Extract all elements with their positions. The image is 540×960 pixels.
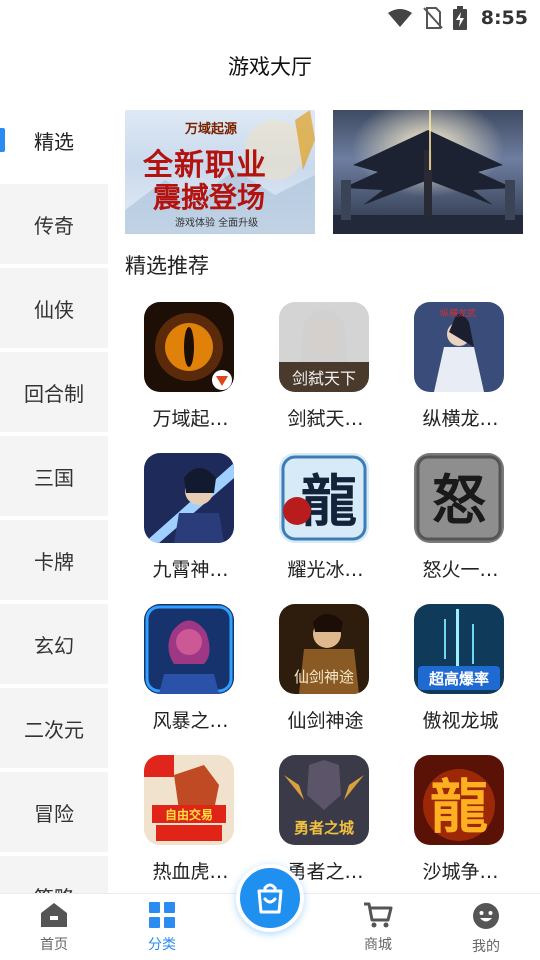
- game-name: 仙剑神途: [287, 710, 364, 732]
- game-tile[interactable]: 万域起…: [123, 302, 258, 452]
- category-sidebar: 精选 传奇 仙侠 回合制 三国 卡牌 玄幻 二次元 冒险 策略: [0, 100, 108, 893]
- game-icon-text: 龍: [430, 773, 488, 841]
- sidebar-item-label: 玄幻: [34, 633, 74, 658]
- game-tile[interactable]: 风暴之…: [123, 604, 258, 754]
- sidebar-item-xianxia[interactable]: 仙侠: [0, 268, 108, 348]
- sidebar-item-legend[interactable]: 传奇: [0, 184, 108, 264]
- home-icon: [41, 903, 67, 927]
- nav-label: 商城: [364, 937, 392, 953]
- game-icon: 仙剑神途: [279, 604, 369, 694]
- game-name: 剑弑天…: [287, 408, 364, 430]
- main-content: 万域起源 全新职业 震撼登场 游戏体验 全面升级 精选推荐 万域起… 剑弑天下 …: [108, 100, 540, 893]
- game-icon-text: 仙剑神途: [294, 668, 354, 686]
- sidebar-item-anime[interactable]: 二次元: [0, 688, 108, 768]
- game-tile[interactable]: 仙剑神途 仙剑神途: [258, 604, 393, 754]
- game-icon: 自由交易: [144, 755, 234, 845]
- game-icon: 龍: [414, 755, 504, 845]
- game-icon-text: 勇者之城: [294, 819, 354, 837]
- sidebar-item-label: 二次元: [24, 717, 84, 742]
- nav-label: 首页: [40, 937, 68, 953]
- sidebar-item-label: 传奇: [34, 213, 74, 238]
- sidebar-item-label: 三国: [34, 465, 74, 490]
- game-icon-text: 纵横龙武: [440, 307, 476, 319]
- sidebar-item-three-kingdoms[interactable]: 三国: [0, 436, 108, 516]
- game-name: 沙城争…: [422, 861, 499, 883]
- game-tile[interactable]: 怒 怒火一…: [393, 453, 528, 603]
- clock: 8:55: [480, 7, 528, 29]
- game-icon: 剑弑天下: [279, 302, 369, 392]
- game-tile[interactable]: 剑弑天下 剑弑天…: [258, 302, 393, 452]
- sidebar-item-fantasy[interactable]: 玄幻: [0, 604, 108, 684]
- sidebar-item-label: 精选: [34, 129, 74, 154]
- cart-icon: [364, 902, 393, 928]
- sidebar-item-label: 冒险: [34, 801, 74, 826]
- section-title: 精选推荐: [125, 254, 209, 278]
- nav-profile[interactable]: 我的: [446, 902, 526, 956]
- grid-icon: [149, 902, 175, 928]
- status-bar: 8:55: [0, 0, 540, 36]
- banner-row: 万域起源 全新职业 震撼登场 游戏体验 全面升级: [125, 110, 523, 234]
- nav-shop[interactable]: 商城: [338, 902, 418, 954]
- game-icon: 龍: [279, 453, 369, 543]
- banner-new-class[interactable]: 万域起源 全新职业 震撼登场 游戏体验 全面升级: [125, 110, 315, 234]
- sidebar-item-label: 回合制: [24, 381, 84, 406]
- shopping-bag-icon: [257, 883, 283, 914]
- banner-winged-warrior[interactable]: [333, 110, 523, 234]
- game-icon: 勇者之城: [279, 755, 369, 845]
- game-icon: 超高爆率: [414, 604, 504, 694]
- nav-home[interactable]: 首页: [14, 902, 94, 954]
- banner-headline-2: 震撼登场: [153, 181, 266, 214]
- game-icon-text: 怒: [432, 468, 486, 532]
- sidebar-item-turn-based[interactable]: 回合制: [0, 352, 108, 432]
- game-tile[interactable]: 超高爆率 傲视龙城: [393, 604, 528, 754]
- winged-warrior-art: [333, 110, 523, 234]
- sidebar-item-strategy[interactable]: 策略: [0, 856, 108, 893]
- game-name: 九霄神…: [152, 559, 229, 581]
- game-name: 傲视龙城: [422, 710, 499, 732]
- game-icon-text: 自由交易: [165, 807, 213, 822]
- page-title: 游戏大厅: [228, 55, 312, 79]
- no-sim-icon: [422, 7, 443, 29]
- banner-brand: 万域起源: [185, 122, 238, 137]
- nav-label: 我的: [472, 939, 500, 955]
- header: 游戏大厅: [0, 44, 540, 88]
- game-icon-text: 剑弑天下: [292, 369, 356, 388]
- game-icon: [144, 302, 234, 392]
- sidebar-item-featured[interactable]: 精选: [0, 100, 108, 180]
- game-icon: [144, 604, 234, 694]
- game-name: 纵横龙…: [422, 408, 499, 430]
- game-name: 耀光冰…: [287, 559, 364, 581]
- game-tile[interactable]: 九霄神…: [123, 453, 258, 603]
- game-icon: 纵横龙武: [414, 302, 504, 392]
- game-tile[interactable]: 龍 沙城争…: [393, 755, 528, 893]
- game-icon: 怒: [414, 453, 504, 543]
- game-tile[interactable]: 自由交易 热血虎…: [123, 755, 258, 893]
- sidebar-item-label: 策略: [34, 882, 74, 894]
- sidebar-item-label: 卡牌: [34, 549, 74, 574]
- game-tile[interactable]: 龍 耀光冰…: [258, 453, 393, 603]
- sidebar-item-cards[interactable]: 卡牌: [0, 520, 108, 600]
- nav-category[interactable]: 分类: [122, 902, 202, 954]
- banner-subtitle: 游戏体验 全面升级: [175, 218, 259, 229]
- game-icon-text: 龍: [301, 469, 357, 535]
- game-name: 风暴之…: [152, 710, 229, 732]
- game-icon: [144, 453, 234, 543]
- game-icon-text: 超高爆率: [428, 670, 489, 688]
- nav-label: 分类: [148, 937, 176, 953]
- smiley-icon: [473, 903, 499, 929]
- game-name: 万域起…: [152, 408, 229, 430]
- game-name: 怒火一…: [422, 559, 499, 581]
- center-shop-button[interactable]: [236, 864, 304, 932]
- sidebar-item-label: 仙侠: [34, 297, 74, 322]
- sidebar-item-adventure[interactable]: 冒险: [0, 772, 108, 852]
- wifi-icon: [387, 9, 412, 27]
- battery-charging-icon: [452, 6, 467, 30]
- game-name: 热血虎…: [152, 861, 229, 883]
- game-tile[interactable]: 纵横龙武 纵横龙…: [393, 302, 528, 452]
